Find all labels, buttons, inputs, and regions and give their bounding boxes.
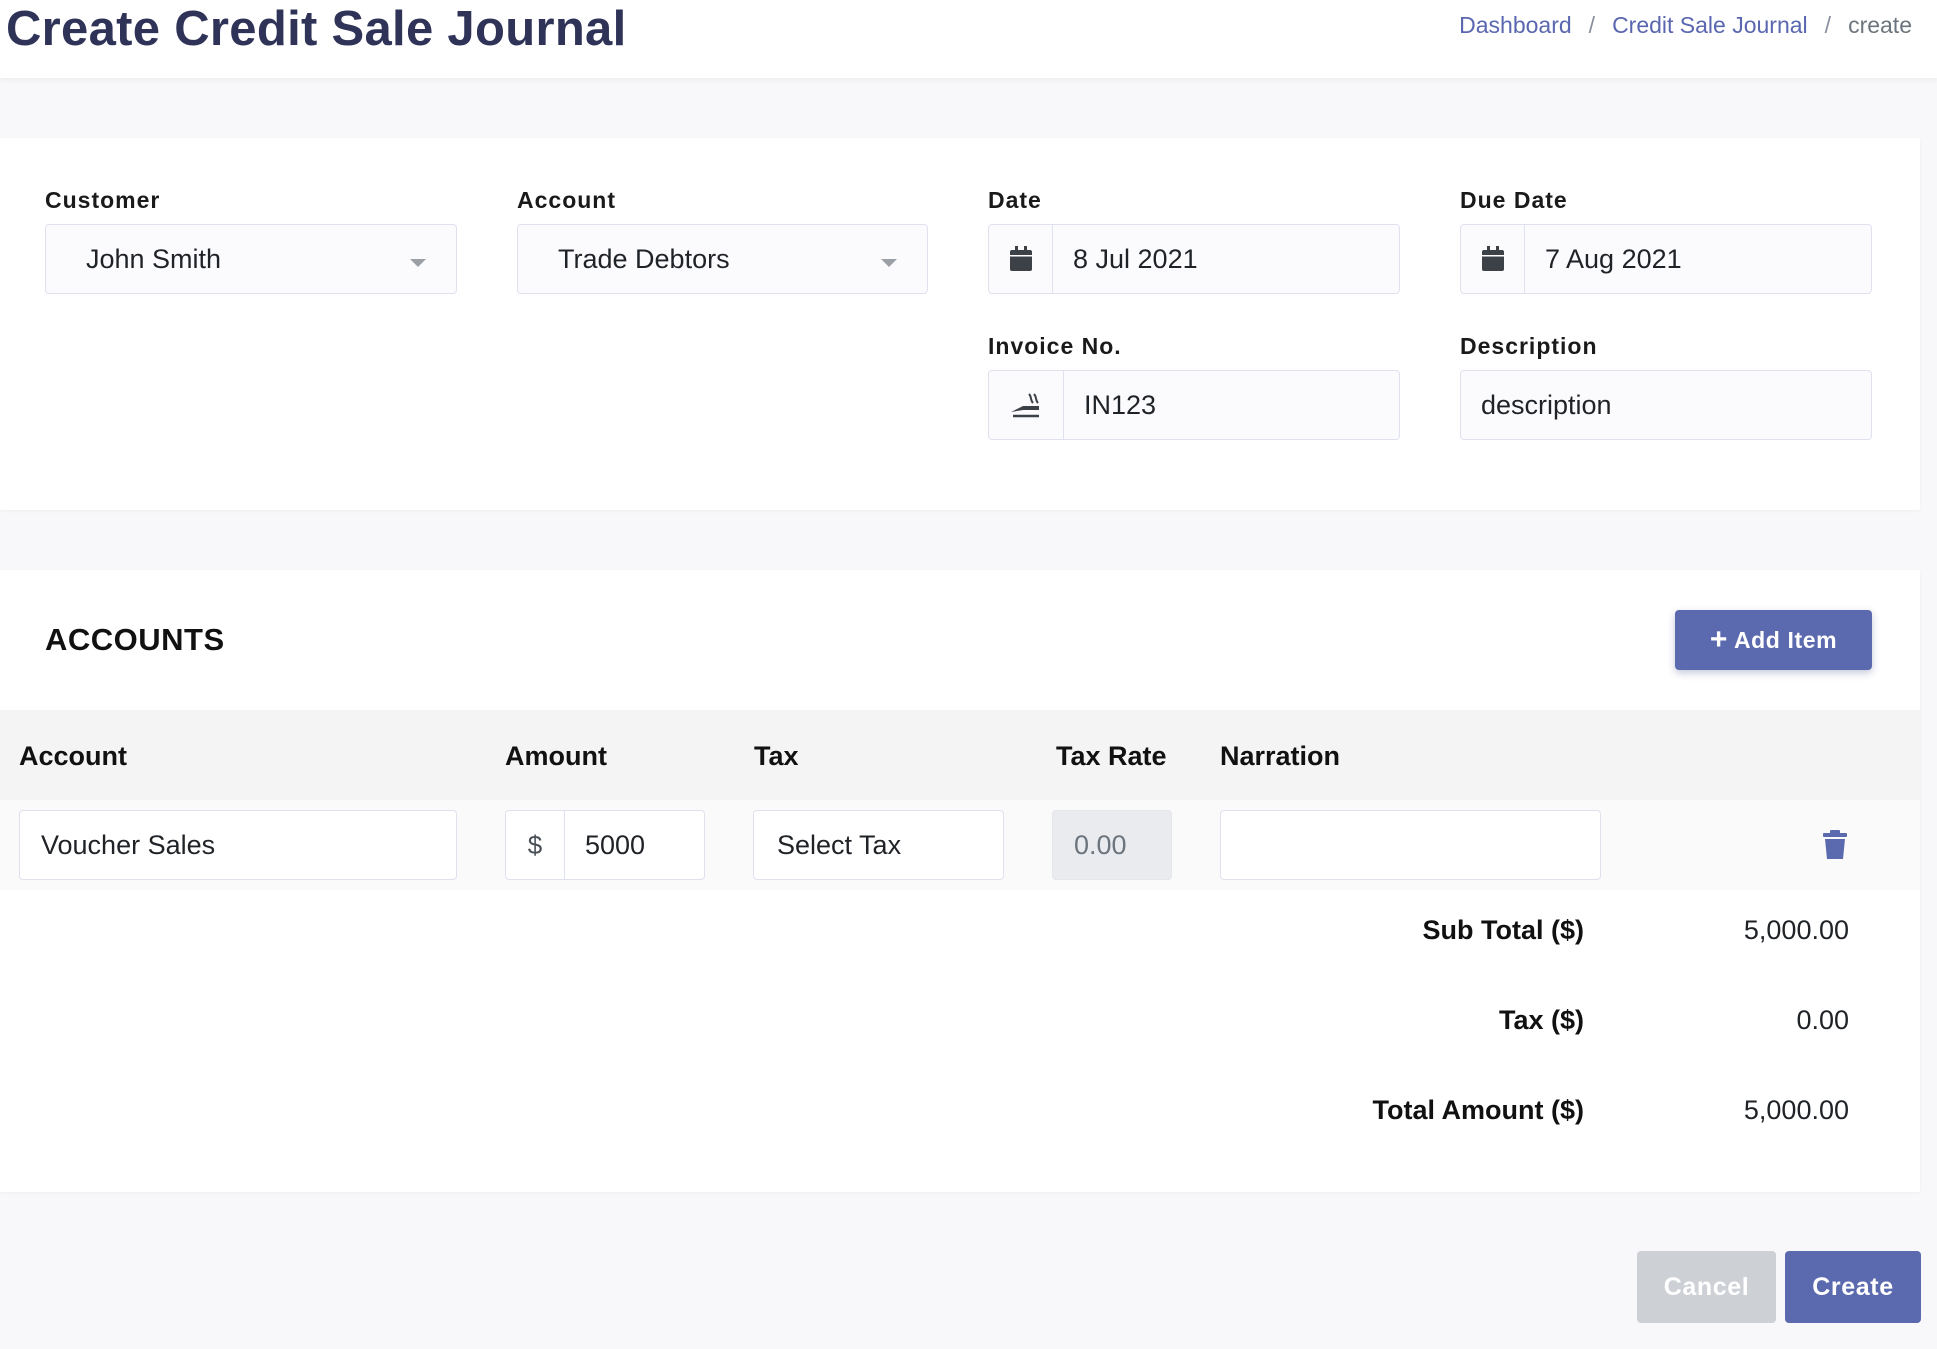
breadcrumb-create: create [1848,12,1912,38]
date-field[interactable]: 8 Jul 2021 [988,224,1400,294]
add-item-button[interactable]: + Add Item [1675,610,1872,670]
customer-select[interactable]: John Smith [45,224,457,294]
invoice-no-label: Invoice No. [988,333,1122,359]
account-label: Account [517,187,616,213]
column-tax-rate: Tax Rate [1056,741,1167,771]
row-tax-rate-value: 0.00 [1074,829,1127,860]
accounts-table-header: Account Amount Tax Tax Rate Narration [0,710,1920,800]
create-button[interactable]: Create [1785,1251,1921,1323]
currency-addon: $ [506,811,565,879]
invoice-icon [989,371,1064,439]
row-amount-value: 5000 [585,829,646,860]
row-account-value: Voucher Sales [41,829,216,860]
breadcrumb-separator: / [1588,12,1596,38]
customer-label: Customer [45,187,161,213]
row-tax-select[interactable]: Select Tax [753,810,1004,880]
sub-total-label: Sub Total ($) [1422,915,1585,945]
invoice-no-value: IN123 [1084,389,1157,420]
chevron-down-icon [881,259,897,267]
column-tax: Tax [754,741,799,771]
due-date-value: 7 Aug 2021 [1545,243,1682,274]
breadcrumb: Dashboard / Credit Sale Journal / create [1459,12,1912,39]
account-value: Trade Debtors [558,243,730,274]
row-tax-value: Select Tax [777,829,902,860]
description-value: description [1481,389,1612,420]
row-amount-field[interactable]: $ 5000 [505,810,705,880]
page-title: Create Credit Sale Journal [6,2,627,56]
currency-symbol: $ [527,829,543,860]
description-field[interactable]: description [1460,370,1872,440]
page-header: Create Credit Sale Journal Dashboard / C… [0,0,1937,78]
account-select[interactable]: Trade Debtors [517,224,928,294]
accounts-card: ACCOUNTS + Add Item Account Amount Tax T… [0,570,1920,1192]
plus-icon: + [1709,623,1728,656]
tax-total-value: 0.00 [1796,1005,1849,1035]
total-amount-value: 5,000.00 [1743,1095,1849,1125]
row-account-input[interactable]: Voucher Sales [19,810,457,880]
row-tax-rate-input: 0.00 [1052,810,1172,880]
column-amount: Amount [505,741,607,771]
total-amount-label: Total Amount ($) [1372,1095,1584,1125]
column-narration: Narration [1220,741,1341,771]
date-value: 8 Jul 2021 [1073,243,1198,274]
chevron-down-icon [410,259,426,267]
column-account: Account [19,741,127,771]
sub-total-value: 5,000.00 [1743,915,1849,945]
trash-icon[interactable] [1822,830,1848,860]
cancel-button[interactable]: Cancel [1637,1251,1776,1323]
description-label: Description [1460,333,1598,359]
invoice-no-field[interactable]: IN123 [988,370,1400,440]
due-date-label: Due Date [1460,187,1568,213]
table-row: Voucher Sales $ 5000 Select Tax 0.00 [0,800,1920,890]
accounts-section-title: ACCOUNTS [45,622,225,657]
calendar-icon [989,225,1053,293]
date-label: Date [988,187,1042,213]
tax-total-label: Tax ($) [1498,1005,1584,1035]
calendar-icon [1461,225,1525,293]
breadcrumb-credit-sale-journal[interactable]: Credit Sale Journal [1612,12,1808,39]
due-date-field[interactable]: 7 Aug 2021 [1460,224,1872,294]
breadcrumb-dashboard[interactable]: Dashboard [1459,12,1572,39]
journal-details-card: Customer John Smith Account Trade Debtor… [0,138,1920,510]
customer-value: John Smith [86,243,222,274]
row-narration-input[interactable] [1220,810,1601,880]
add-item-label: Add Item [1733,626,1838,653]
breadcrumb-separator: / [1824,12,1832,38]
